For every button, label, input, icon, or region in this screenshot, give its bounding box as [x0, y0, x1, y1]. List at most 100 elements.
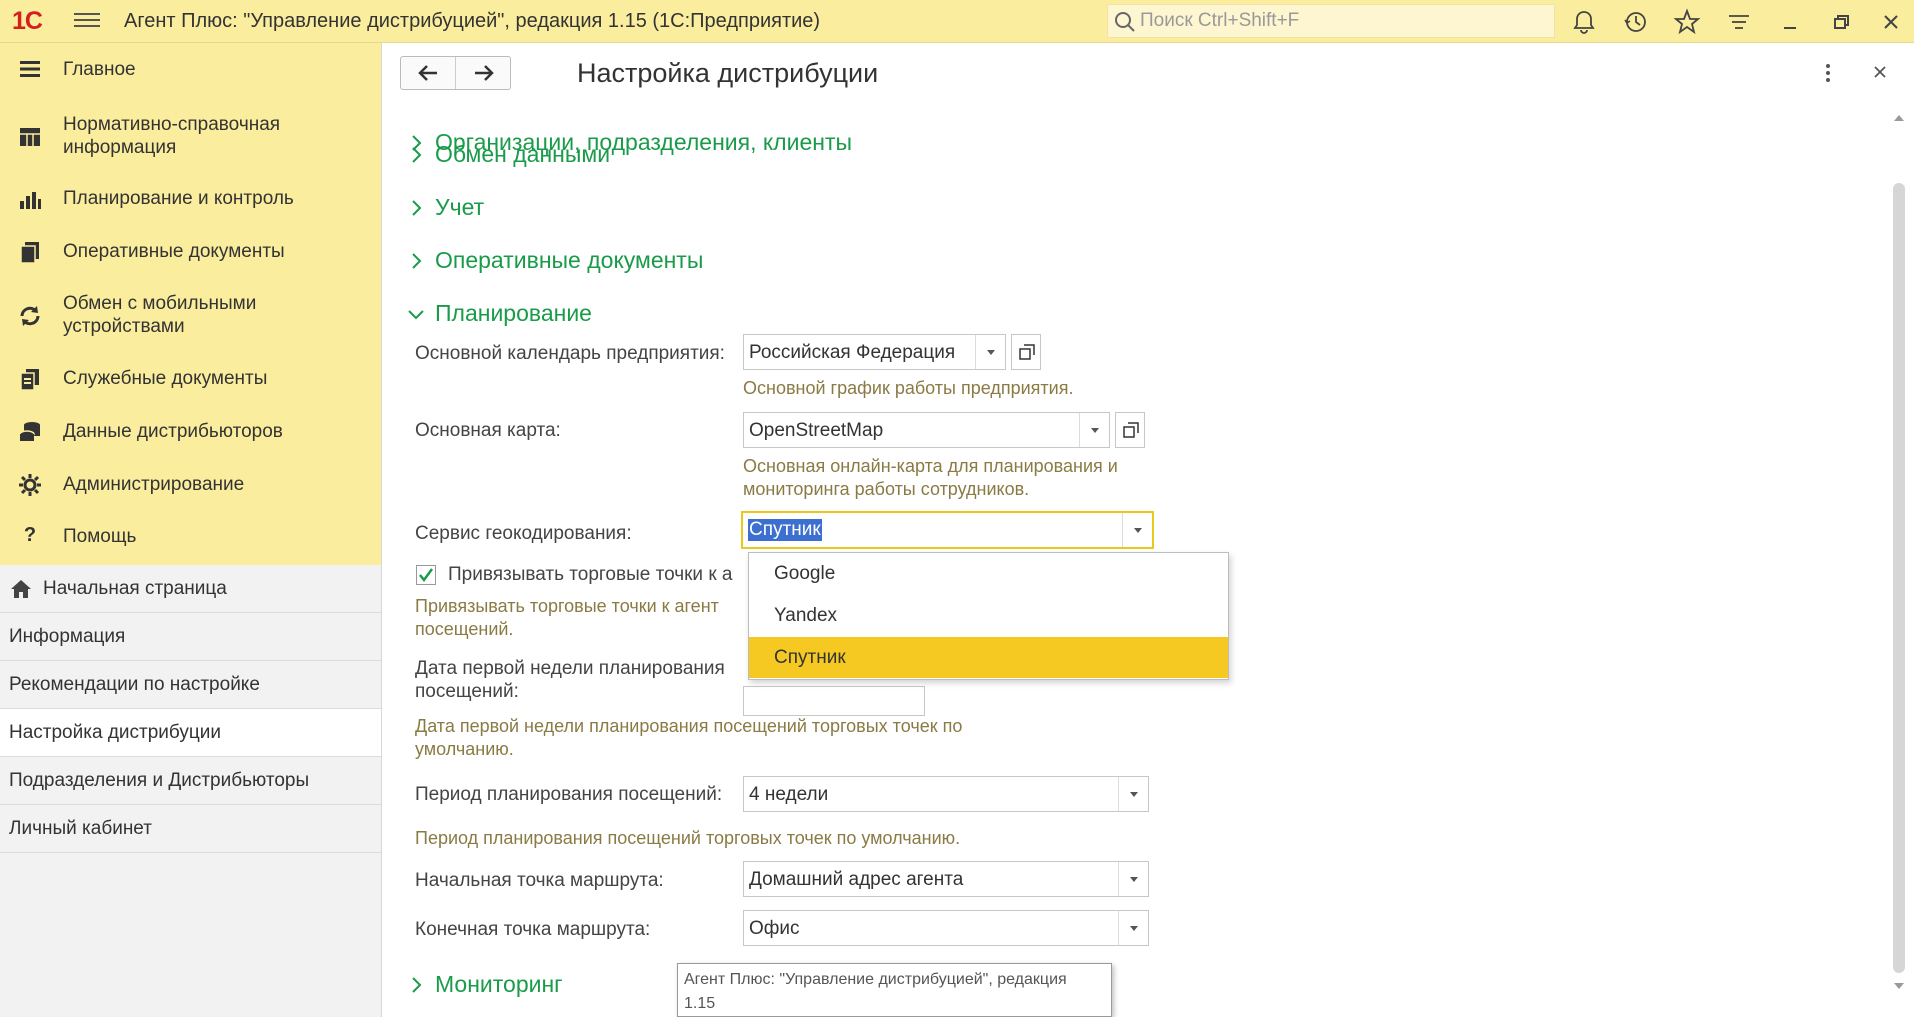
- period-dropdown-button[interactable]: [1118, 777, 1148, 811]
- more-actions-icon[interactable]: [1820, 62, 1836, 84]
- section-label: Главное: [63, 59, 136, 80]
- forward-button[interactable]: [457, 57, 512, 89]
- end-point-dropdown-button[interactable]: [1118, 911, 1148, 945]
- option-yandex[interactable]: Yandex: [749, 595, 1228, 636]
- scroll-thumb[interactable]: [1893, 183, 1905, 973]
- section-label: Оперативные документы: [63, 241, 285, 262]
- bind-outlets-hint-line2: посещений.: [415, 619, 514, 639]
- end-point-label: Конечная точка маршрута:: [415, 919, 651, 940]
- title-backdrop: [513, 91, 1813, 131]
- map-label: Основная карта:: [415, 420, 561, 441]
- section-distributor-data[interactable]: Данные дистрибьюторов: [0, 416, 381, 460]
- section-operative-docs[interactable]: Оперативные документы: [0, 236, 381, 280]
- scroll-down-icon[interactable]: [1893, 981, 1905, 991]
- vertical-scrollbar[interactable]: [1889, 113, 1909, 993]
- first-week-label-line1: Дата первой недели планирования: [415, 658, 725, 679]
- title-bar: 1С Агент Плюс: "Управление дистрибуцией"…: [0, 0, 1914, 43]
- section-help[interactable]: ? Помощь: [0, 522, 381, 562]
- period-field[interactable]: 4 недели: [743, 776, 1149, 812]
- end-point-field[interactable]: Офис: [743, 910, 1149, 946]
- section-main[interactable]: Главное: [0, 55, 381, 99]
- open-window-distribution-settings[interactable]: Настройка дистрибуции: [0, 709, 381, 757]
- restore-icon[interactable]: [1827, 8, 1855, 36]
- table-icon: [20, 128, 40, 146]
- period-label: Период планирования посещений:: [415, 784, 723, 805]
- calendar-hint: Основной график работы предприятия.: [743, 378, 1074, 398]
- open-window-home[interactable]: Начальная страница: [0, 565, 381, 613]
- search-icon: [1115, 12, 1135, 32]
- start-point-dropdown-button[interactable]: [1118, 862, 1148, 896]
- chevron-down-icon: [408, 309, 424, 319]
- section-service-docs[interactable]: Служебные документы: [0, 363, 381, 407]
- sections-panel: Главное Нормативно-справочная информация…: [0, 43, 381, 565]
- group-data-exchange[interactable]: Обмен данными: [405, 141, 610, 168]
- geocoding-options-list: Google Yandex Спутник: [748, 552, 1229, 680]
- tooltip-line2: 1.15: [684, 995, 716, 1012]
- period-hint: Период планирования посещений торговых т…: [415, 828, 961, 848]
- start-point-field[interactable]: Домашний адрес агента: [743, 861, 1149, 897]
- geocoding-dropdown-button[interactable]: [1122, 513, 1152, 547]
- calendar-value: Российская Федерация: [749, 342, 956, 363]
- calendar-dropdown-button[interactable]: [975, 335, 1005, 369]
- map-dropdown-button[interactable]: [1079, 413, 1109, 447]
- option-google[interactable]: Google: [749, 553, 1228, 594]
- open-window-recommendations[interactable]: Рекомендации по настройке: [0, 661, 381, 709]
- group-accounting[interactable]: Учет: [405, 194, 484, 221]
- map-hint-line2: мониторинга работы сотрудников.: [743, 479, 1030, 499]
- form-area: Организации, подразделения, клиенты Наст…: [383, 43, 1914, 1017]
- menu-lines-icon[interactable]: [1725, 8, 1753, 36]
- search-input[interactable]: [1140, 5, 1540, 37]
- history-icon[interactable]: [1622, 8, 1650, 36]
- calendar-field[interactable]: Российская Федерация: [743, 334, 1006, 370]
- question-icon: ?: [23, 524, 37, 546]
- documents-icon: [20, 242, 39, 264]
- main-menu-button[interactable]: [74, 9, 100, 33]
- section-label: Обмен с мобильными устройствами: [63, 293, 257, 337]
- bell-icon[interactable]: [1570, 8, 1598, 36]
- back-button[interactable]: [401, 57, 456, 89]
- section-planning[interactable]: Планирование и контроль: [0, 183, 381, 227]
- open-window-departments[interactable]: Подразделения и Дистрибьюторы: [0, 757, 381, 805]
- map-open-button[interactable]: [1115, 412, 1145, 448]
- gear-icon: [19, 474, 41, 496]
- open-window-label: Информация: [9, 626, 126, 647]
- chevron-right-icon: [412, 199, 422, 216]
- map-field[interactable]: OpenStreetMap: [743, 412, 1110, 448]
- section-mobile-exchange[interactable]: Обмен с мобильными устройствами: [0, 290, 381, 346]
- group-monitoring[interactable]: Мониторинг: [405, 971, 563, 998]
- group-planning[interactable]: Планирование: [405, 300, 592, 327]
- close-icon[interactable]: [1877, 8, 1905, 36]
- first-week-date-field[interactable]: [743, 686, 925, 716]
- search-box[interactable]: [1107, 4, 1555, 38]
- map-value: OpenStreetMap: [749, 420, 884, 441]
- end-point-value: Офис: [749, 918, 800, 939]
- open-window-info[interactable]: Информация: [0, 613, 381, 661]
- database-icon: [19, 422, 40, 441]
- option-sputnik[interactable]: Спутник: [749, 637, 1228, 678]
- open-window-label: Рекомендации по настройке: [9, 674, 260, 695]
- bind-outlets-label[interactable]: Привязывать торговые точки к а: [448, 563, 732, 586]
- option-label: Google: [774, 563, 836, 584]
- open-window-personal-account[interactable]: Личный кабинет: [0, 805, 381, 853]
- form-close-icon[interactable]: [1869, 61, 1891, 83]
- home-icon: [11, 580, 31, 598]
- group-operative-docs[interactable]: Оперативные документы: [405, 247, 703, 274]
- open-window-icon: [1019, 344, 1035, 360]
- bar-chart-icon: [20, 192, 41, 209]
- group-label: Оперативные документы: [435, 247, 704, 273]
- section-administration[interactable]: Администрирование: [0, 469, 381, 513]
- start-point-label: Начальная точка маршрута:: [415, 870, 664, 891]
- arrow-right-icon: [475, 65, 494, 81]
- section-reference[interactable]: Нормативно-справочная информация: [0, 111, 381, 167]
- geocoding-field[interactable]: Спутник: [741, 511, 1154, 549]
- option-label: Спутник: [774, 647, 846, 668]
- first-week-label-line2: посещений:: [415, 681, 519, 702]
- calendar-open-button[interactable]: [1011, 334, 1041, 370]
- minimize-icon[interactable]: [1776, 8, 1804, 36]
- chevron-right-icon: [412, 976, 422, 993]
- star-icon[interactable]: [1673, 8, 1701, 36]
- open-window-label: Начальная страница: [43, 578, 227, 599]
- scroll-up-icon[interactable]: [1893, 113, 1905, 123]
- sync-icon: [20, 306, 40, 326]
- bind-outlets-checkbox[interactable]: [416, 565, 436, 585]
